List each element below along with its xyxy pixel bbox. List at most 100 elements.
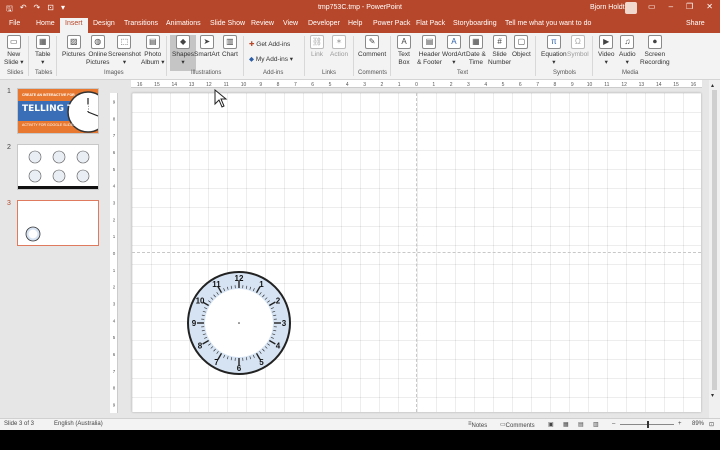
ruler-tick-label: 6 <box>519 82 522 88</box>
ruler-tick-label: 0 <box>113 251 116 256</box>
action-button[interactable]: ✶ Action <box>330 35 348 59</box>
zoom-in-button[interactable]: + <box>678 421 682 427</box>
online-pictures-button[interactable]: ◍ Online Pictures <box>86 35 109 66</box>
date-time-button[interactable]: ▦ Date & Time <box>466 35 486 66</box>
tab-file[interactable]: File <box>9 20 20 27</box>
new-slide-icon: ▭ <box>6 35 21 49</box>
video-button[interactable]: ▶ Video ▾ <box>598 35 615 66</box>
tab-view[interactable]: View <box>283 20 298 27</box>
screenshot-button[interactable]: ⬚ Screenshot ▾ <box>108 35 141 66</box>
action-label: Action <box>330 51 349 58</box>
title-bar: 🖫 ↶ ↷ ⊡ ▾ tmp753C.tmp - PowerPoint Bjorn… <box>0 0 720 17</box>
thumbnail-1-kicker: CREATE AN INTERACTIVE FOR <box>22 93 75 97</box>
video-label: Video ▾ <box>598 51 615 66</box>
share-button[interactable]: Share <box>686 20 705 27</box>
zoom-level[interactable]: 89% <box>692 421 704 427</box>
tab-power-pack[interactable]: Power Pack <box>373 20 410 27</box>
link-button[interactable]: ⛓ Link <box>310 35 324 59</box>
ruler-tick-label: 10 <box>587 82 593 88</box>
clock-face[interactable]: 121234567891011 <box>184 268 294 378</box>
tab-developer[interactable]: Developer <box>308 20 340 27</box>
slide-sorter-icon[interactable]: ▦ <box>563 421 569 428</box>
zoom-out-button[interactable]: – <box>612 421 615 427</box>
shapes-button[interactable]: ◆ Shapes ▾ <box>170 35 197 71</box>
new-slide-label: New Slide ▾ <box>4 51 24 66</box>
ribbon-tabs: File Home Insert Design Transitions Anim… <box>0 17 720 33</box>
my-addins-button[interactable]: ◆ My Add-ins ▾ <box>249 55 293 63</box>
tab-help[interactable]: Help <box>348 20 362 27</box>
wordart-icon: A <box>446 35 461 49</box>
tab-transitions[interactable]: Transitions <box>124 20 158 27</box>
text-box-button[interactable]: A Text Box <box>397 35 411 66</box>
equation-button[interactable]: π Equation ▾ <box>541 35 567 66</box>
tab-storyboarding[interactable]: Storyboarding <box>453 20 497 27</box>
ruler-tick-label: 1 <box>432 82 435 88</box>
language-status[interactable]: English (Australia) <box>54 421 103 427</box>
slide-thumbnail-2[interactable] <box>17 144 99 190</box>
tab-animations[interactable]: Animations <box>166 20 201 27</box>
new-slide-button[interactable]: ▭ New Slide ▾ <box>4 35 24 66</box>
slide-number-3: 3 <box>7 200 11 207</box>
notes-button[interactable]: ≡ Notes <box>468 421 487 429</box>
table-button[interactable]: ▦ Table ▾ <box>35 35 51 66</box>
pictures-icon: ▨ <box>66 35 81 49</box>
tab-flat-pack[interactable]: Flat Pack <box>416 20 445 27</box>
shapes-icon: ◆ <box>176 35 191 49</box>
symbol-button[interactable]: Ω Symbol <box>567 35 589 59</box>
tab-slide-show[interactable]: Slide Show <box>210 20 245 27</box>
tab-design[interactable]: Design <box>93 20 115 27</box>
tab-review[interactable]: Review <box>251 20 274 27</box>
comment-button[interactable]: ✎ Comment <box>358 35 386 59</box>
clock-center-dot <box>238 322 240 324</box>
tell-me-search[interactable]: Tell me what you want to do <box>505 20 591 27</box>
fit-to-window-icon[interactable]: ⊡ <box>709 421 714 428</box>
slide-thumbnail-1[interactable]: CREATE AN INTERACTIVE FOR TELLING TIME A… <box>17 88 99 134</box>
avatar[interactable] <box>625 2 637 14</box>
slide-show-icon[interactable]: ▥ <box>593 421 599 428</box>
equation-icon: π <box>546 35 561 49</box>
scroll-thumb[interactable] <box>712 90 717 390</box>
ruler-tick-label: 4 <box>113 318 116 323</box>
ruler-tick-label: 15 <box>154 82 160 88</box>
screenshot-icon: ⬚ <box>117 35 132 49</box>
slide-number-1: 1 <box>7 88 11 95</box>
zoom-slider-thumb[interactable] <box>647 421 650 428</box>
screen-recording-button[interactable]: ⏺ Screen Recording <box>640 35 670 66</box>
comment-icon: ✎ <box>365 35 380 49</box>
object-button[interactable]: ▢ Object <box>512 35 531 59</box>
close-icon[interactable]: ✕ <box>706 2 713 11</box>
clock-number: 3 <box>282 319 287 328</box>
slide-thumbnail-3[interactable] <box>17 200 99 246</box>
notes-label: Notes <box>471 423 488 429</box>
ribbon-display-options-icon[interactable]: ▭ <box>648 2 656 11</box>
ruler-tick-label: 3 <box>363 82 366 88</box>
photo-album-button[interactable]: ▤ Photo Album ▾ <box>141 35 165 66</box>
comments-button[interactable]: ▭ Comments <box>500 421 535 429</box>
restore-icon[interactable]: ❐ <box>686 2 693 11</box>
header-footer-button[interactable]: ▤ Header & Footer <box>417 35 442 66</box>
ruler-tick-label: 8 <box>113 386 116 391</box>
reading-view-icon[interactable]: ▤ <box>578 421 584 428</box>
ruler-tick-label: 14 <box>656 82 662 88</box>
pictures-button[interactable]: ▨ Pictures <box>62 35 85 59</box>
clock-number: 9 <box>192 319 197 328</box>
audio-button[interactable]: ♫ Audio ▾ <box>619 35 636 66</box>
chart-button[interactable]: ▥ Chart <box>222 35 238 59</box>
slide-number-button[interactable]: # Slide Number <box>488 35 511 66</box>
vertical-scrollbar[interactable]: ▴ ▾ <box>709 80 720 418</box>
my-addins-icon: ◆ <box>249 56 254 63</box>
minimize-icon[interactable]: – <box>669 2 673 11</box>
wordart-button[interactable]: A WordArt ▾ <box>442 35 466 66</box>
ruler-tick-label: 10 <box>241 82 247 88</box>
get-addins-button[interactable]: ✚ Get Add-ins <box>249 40 290 48</box>
tab-insert[interactable]: Insert <box>60 18 88 33</box>
scroll-up-icon[interactable]: ▴ <box>711 82 714 89</box>
window-controls: ▭ – ❐ ✕ <box>648 2 713 11</box>
scroll-down-icon[interactable]: ▾ <box>711 392 714 399</box>
normal-view-icon[interactable]: ▣ <box>548 421 554 428</box>
tab-home[interactable]: Home <box>36 20 55 27</box>
user-name[interactable]: Bjorn Holdt <box>590 4 625 11</box>
slide-canvas[interactable]: 12 1 2 3 4 5 6 7 8 9 10 11 <box>132 93 701 412</box>
smartart-button[interactable]: ➤ SmartArt <box>194 35 220 59</box>
taskbar-area <box>0 430 720 450</box>
